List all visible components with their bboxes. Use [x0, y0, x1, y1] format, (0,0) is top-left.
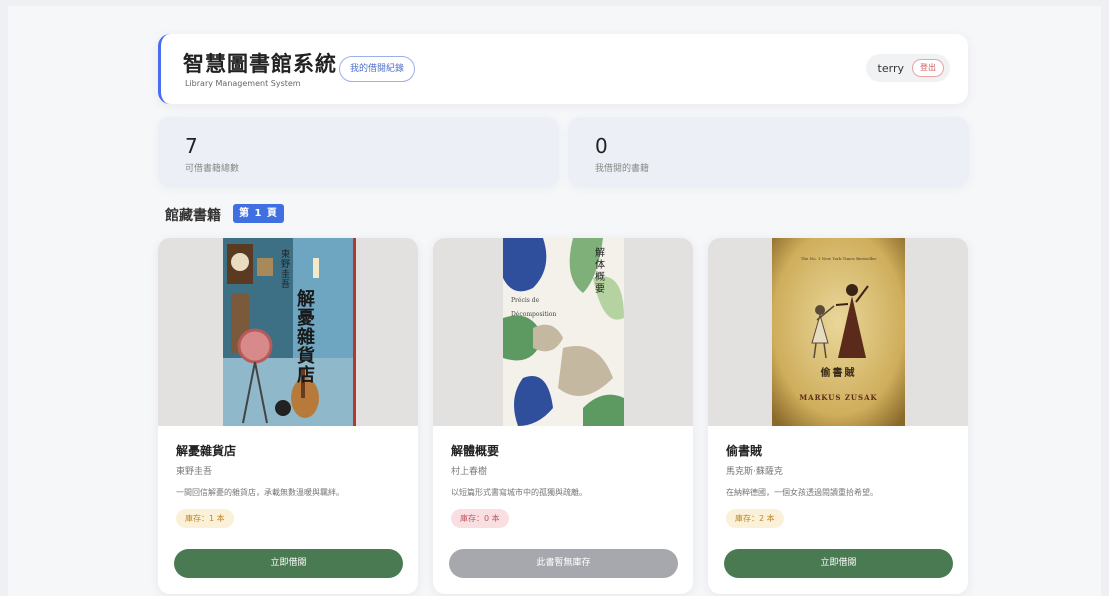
book-description: 以短篇形式書寫城市中的孤獨與疏離。 [451, 488, 587, 497]
stat-card-available-books: 7 可借書籍總數 [158, 117, 559, 187]
book-title: 解體概要 [451, 444, 500, 458]
cover-subtitle-text: Précis de Décomposition [511, 297, 557, 318]
username: terry [877, 61, 904, 75]
stock-badge: 庫存：1 本 [176, 509, 234, 528]
section-title: 館藏書籍 [165, 208, 221, 224]
stat-label: 可借書籍總數 [185, 164, 240, 174]
app-title: 智慧圖書館系統 [183, 52, 337, 76]
book-description: 一間回信解憂的雜貨店，承載無數溫暖與羈絆。 [176, 488, 344, 497]
cover-title-text: 解憂雜貨店 [297, 289, 315, 386]
logout-button[interactable]: 登出 [912, 59, 944, 77]
stock-badge: 庫存：0 本 [451, 509, 509, 528]
book-title: 偷書賊 [726, 444, 763, 458]
book-card: 解体概要 Précis de Décomposition 解體概要 村上春樹 以… [433, 238, 693, 594]
book-title: 解憂雜貨店 [176, 444, 237, 458]
cover-banner-text: The No. 1 New York Times Bestseller [800, 256, 877, 261]
cover-title-text: 偷書賊 [820, 368, 857, 379]
stat-value: 0 [595, 134, 608, 158]
book-author: 村上春樹 [451, 467, 488, 477]
stat-value: 7 [185, 134, 198, 158]
book-cover-image[interactable]: The No. 1 New York Times Bestseller 偷書賊 … [772, 238, 905, 426]
borrow-button[interactable]: 立即借閱 [724, 549, 953, 578]
stat-label: 我借閱的書籍 [595, 164, 650, 174]
cover-author-text: 東野圭吾 [281, 250, 291, 290]
borrow-history-button[interactable]: 我的借閱紀錄 [339, 56, 416, 82]
book-card: 東野圭吾 解憂雜貨店 解憂雜貨店 東野圭吾 一間回信解憂的雜貨店，承載無數溫暖與… [158, 238, 418, 594]
borrow-button[interactable]: 立即借閱 [174, 549, 403, 578]
book-description: 在納粹德國，一個女孩透過閱讀重拾希望。 [726, 488, 878, 497]
app-subtitle: Library Management System [185, 79, 301, 88]
cover-area: 東野圭吾 解憂雜貨店 [158, 238, 418, 426]
book-author: 東野圭吾 [176, 467, 213, 477]
stat-card-my-borrowed: 0 我借閱的書籍 [568, 117, 969, 187]
out-of-stock-button: 此書暫無庫存 [449, 549, 678, 578]
stock-badge: 庫存：2 本 [726, 509, 784, 528]
cover-area: The No. 1 New York Times Bestseller 偷書賊 … [708, 238, 968, 426]
book-card: The No. 1 New York Times Bestseller 偷書賊 … [708, 238, 968, 594]
app-header: 智慧圖書館系統 Library Management System 我的借閱紀錄… [158, 34, 968, 104]
book-cover-image[interactable]: 東野圭吾 解憂雜貨店 [223, 238, 356, 426]
cover-title-text: 解体概要 [595, 248, 605, 295]
cover-author-text: MARKUS ZUSAK [799, 393, 878, 402]
book-author: 馬克斯·蘇薩克 [726, 467, 783, 477]
user-menu: terry 登出 [865, 54, 950, 82]
page-badge: 第 1 頁 [233, 204, 284, 223]
cover-area: 解体概要 Précis de Décomposition [433, 238, 693, 426]
book-cover-image[interactable]: 解体概要 Précis de Décomposition [503, 238, 624, 426]
